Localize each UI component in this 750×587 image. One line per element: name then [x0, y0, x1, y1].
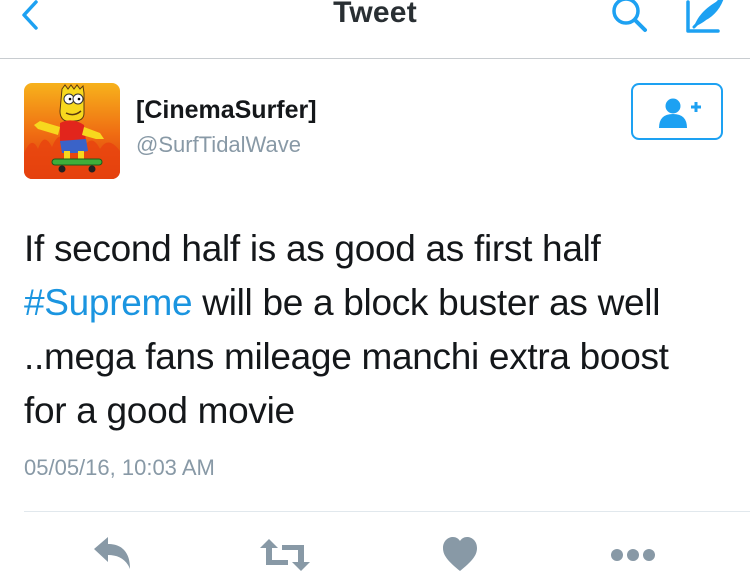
tweet-text: If second half is as good as first half …: [24, 222, 714, 438]
author-handle[interactable]: @SurfTidalWave: [136, 132, 301, 158]
tweet-timestamp: 05/05/16, 10:03 AM: [24, 455, 215, 480]
author-name[interactable]: [CinemaSurfer]: [136, 96, 317, 125]
add-user-icon: [659, 98, 701, 128]
heart-icon[interactable]: [441, 535, 479, 575]
reply-icon[interactable]: [90, 535, 134, 575]
more-icon[interactable]: [609, 535, 657, 575]
hashtag-link[interactable]: #Supreme: [24, 282, 193, 323]
avatar[interactable]: [24, 83, 120, 179]
navigation-bar: Tweet: [0, 0, 750, 59]
search-icon[interactable]: [606, 0, 652, 34]
retweet-icon[interactable]: [258, 535, 312, 575]
compose-icon[interactable]: [680, 0, 730, 36]
follow-button[interactable]: [631, 83, 723, 140]
tweet-text-before: If second half is as good as first half: [24, 228, 601, 269]
divider: [24, 511, 750, 512]
